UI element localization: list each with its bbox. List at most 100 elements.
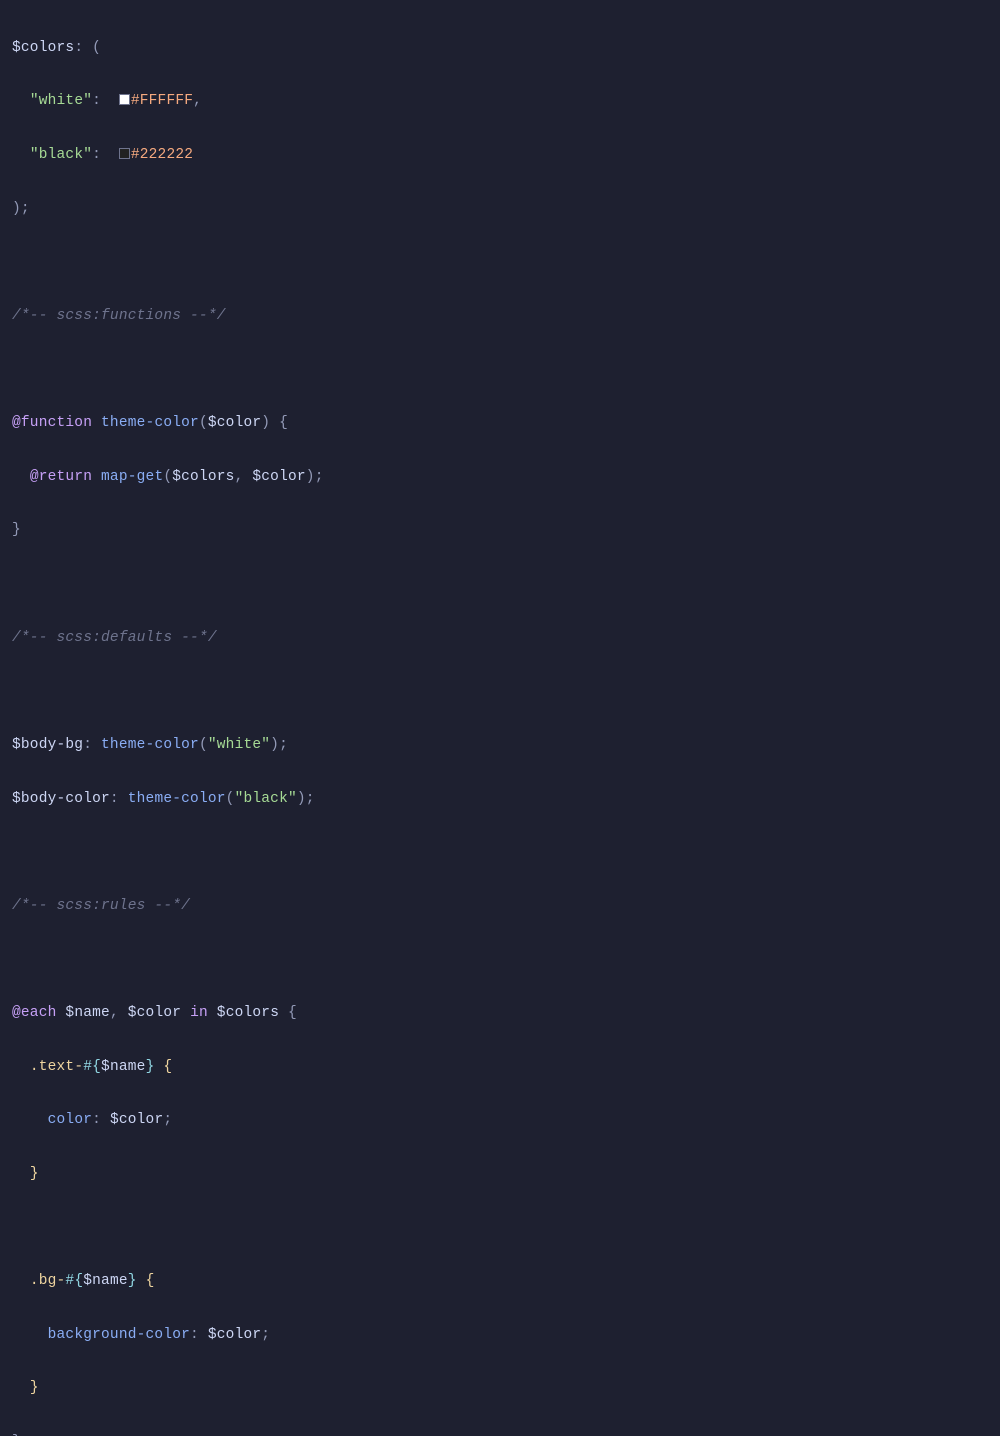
blank-line xyxy=(12,839,988,866)
paren-token: ) xyxy=(297,791,306,807)
brace-token: { xyxy=(279,415,288,431)
colon-token: : xyxy=(92,147,101,163)
brace-token: { xyxy=(146,1273,155,1289)
variable-token: $colors xyxy=(217,1005,279,1021)
variable-token: $color xyxy=(128,1005,181,1021)
selector-token: .bg- xyxy=(30,1273,66,1289)
at-rule-token: @function xyxy=(12,415,92,431)
comma-token: , xyxy=(110,1005,119,1021)
code-line: color: $color; xyxy=(12,1107,988,1134)
selector-token: .text- xyxy=(30,1059,83,1075)
blank-line xyxy=(12,678,988,705)
color-swatch-icon xyxy=(119,148,130,159)
interp-open-token: #{ xyxy=(83,1059,101,1075)
variable-token: $name xyxy=(65,1005,110,1021)
colon-token: : xyxy=(92,1112,101,1128)
property-token: color xyxy=(48,1112,93,1128)
code-line: .text-#{$name} { xyxy=(12,1054,988,1081)
colon-token: : xyxy=(190,1327,199,1343)
code-line: /*-- scss:functions --*/ xyxy=(12,303,988,330)
paren-token: ) xyxy=(270,737,279,753)
brace-token: } xyxy=(12,1434,21,1436)
comma-token: , xyxy=(193,93,202,109)
code-line: .bg-#{$name} { xyxy=(12,1268,988,1295)
paren-token: ) xyxy=(12,201,21,217)
code-line: ); xyxy=(12,196,988,223)
function-name-token: theme-color xyxy=(128,791,226,807)
interp-close-token: } xyxy=(146,1059,155,1075)
brace-token: } xyxy=(30,1166,39,1182)
paren-token: ( xyxy=(199,415,208,431)
comment-token: /*-- scss:rules --*/ xyxy=(12,898,190,914)
code-line: "black": #222222 xyxy=(12,142,988,169)
code-line: /*-- scss:defaults --*/ xyxy=(12,625,988,652)
paren-token: ( xyxy=(92,40,101,56)
string-token: "black" xyxy=(235,791,297,807)
code-line: @each $name, $color in $colors { xyxy=(12,1000,988,1027)
blank-line xyxy=(12,357,988,384)
code-line: @return map-get($colors, $color); xyxy=(12,464,988,491)
string-token: "white" xyxy=(30,93,92,109)
colon-token: : xyxy=(110,791,119,807)
color-swatch-icon xyxy=(119,94,130,105)
code-line: $body-color: theme-color("black"); xyxy=(12,786,988,813)
brace-token: } xyxy=(30,1380,39,1396)
interp-close-token: } xyxy=(128,1273,137,1289)
variable-token: $body-color xyxy=(12,791,110,807)
variable-token: $color xyxy=(208,415,261,431)
code-line: } xyxy=(12,1429,988,1436)
colon-token: : xyxy=(83,737,92,753)
blank-line xyxy=(12,1215,988,1242)
paren-token: ( xyxy=(199,737,208,753)
function-name-token: theme-color xyxy=(101,737,199,753)
comment-token: /*-- scss:functions --*/ xyxy=(12,308,226,324)
semicolon-token: ; xyxy=(163,1112,172,1128)
hex-color-token: #222222 xyxy=(131,147,193,163)
string-token: "white" xyxy=(208,737,270,753)
variable-token: $name xyxy=(83,1273,128,1289)
code-line: $body-bg: theme-color("white"); xyxy=(12,732,988,759)
variable-token: $body-bg xyxy=(12,737,83,753)
colon-token: : xyxy=(92,93,101,109)
paren-token: ( xyxy=(226,791,235,807)
paren-token: ) xyxy=(261,415,270,431)
variable-token: $colors xyxy=(172,469,234,485)
variable-token: $color xyxy=(110,1112,163,1128)
property-token: background-color xyxy=(48,1327,190,1343)
colon-token: : xyxy=(74,40,83,56)
semicolon-token: ; xyxy=(261,1327,270,1343)
code-line: "white": #FFFFFF, xyxy=(12,88,988,115)
variable-token: $name xyxy=(101,1059,146,1075)
semicolon-token: ; xyxy=(315,469,324,485)
code-line: $colors: ( xyxy=(12,35,988,62)
semicolon-token: ; xyxy=(21,201,30,217)
blank-line xyxy=(12,946,988,973)
brace-token: { xyxy=(163,1059,172,1075)
code-line: } xyxy=(12,517,988,544)
comma-token: , xyxy=(235,469,244,485)
builtin-token: map-get xyxy=(101,469,163,485)
interp-open-token: #{ xyxy=(65,1273,83,1289)
brace-token: { xyxy=(288,1005,297,1021)
paren-token: ) xyxy=(306,469,315,485)
string-token: "black" xyxy=(30,147,92,163)
function-name-token: theme-color xyxy=(101,415,199,431)
variable-token: $color xyxy=(252,469,305,485)
in-keyword-token: in xyxy=(190,1005,208,1021)
at-rule-token: @return xyxy=(30,469,92,485)
code-editor[interactable]: $colors: ( "white": #FFFFFF, "black": #2… xyxy=(12,8,988,1436)
code-line: } xyxy=(12,1375,988,1402)
code-line: } xyxy=(12,1161,988,1188)
hex-color-token: #FFFFFF xyxy=(131,93,193,109)
semicolon-token: ; xyxy=(306,791,315,807)
comment-token: /*-- scss:defaults --*/ xyxy=(12,630,217,646)
code-line: @function theme-color($color) { xyxy=(12,410,988,437)
code-line: background-color: $color; xyxy=(12,1322,988,1349)
paren-token: ( xyxy=(163,469,172,485)
blank-line xyxy=(12,249,988,276)
brace-token: } xyxy=(12,522,21,538)
at-rule-token: @each xyxy=(12,1005,57,1021)
variable-token: $color xyxy=(208,1327,261,1343)
semicolon-token: ; xyxy=(279,737,288,753)
variable-token: $colors xyxy=(12,40,74,56)
